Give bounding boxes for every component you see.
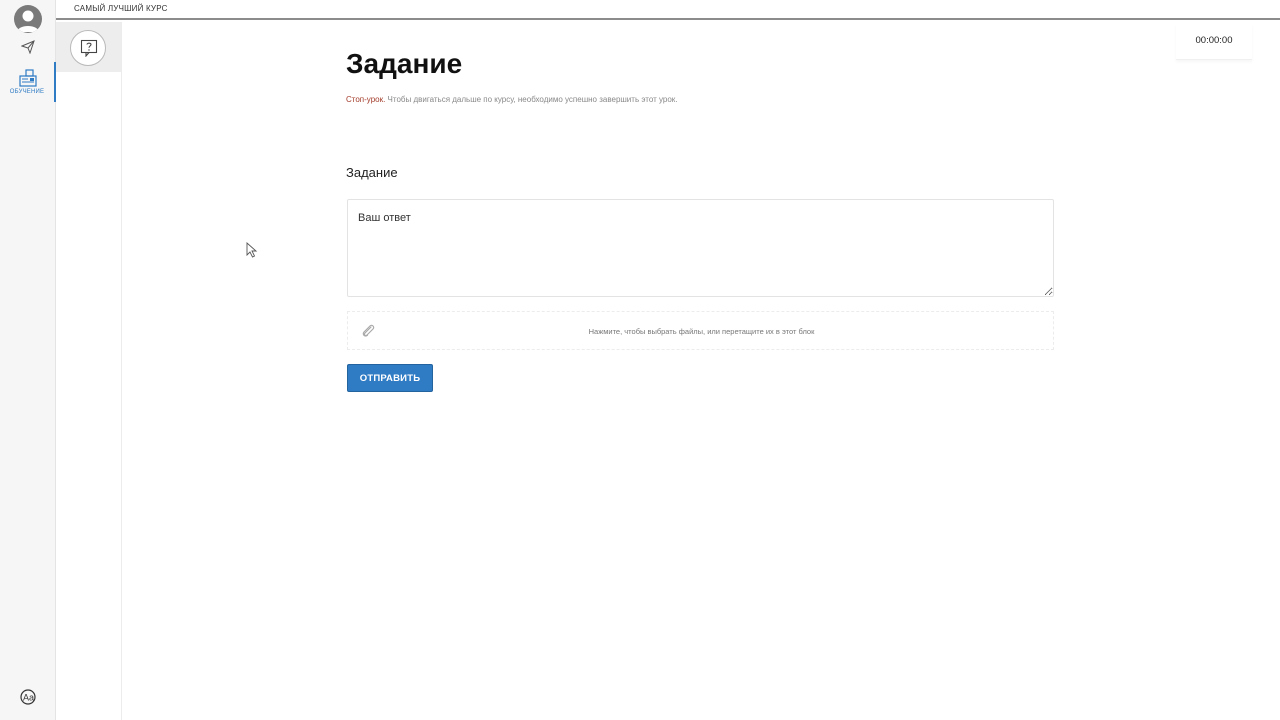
lesson-item-icon-circle [70, 30, 106, 66]
section-title: Задание [346, 165, 398, 180]
avatar-icon [17, 10, 39, 32]
lesson-list [56, 22, 122, 720]
font-size-icon[interactable]: Aa [19, 688, 37, 706]
paper-plane-icon[interactable] [21, 40, 35, 54]
lesson-item-current[interactable] [56, 22, 121, 72]
learning-icon [19, 69, 37, 87]
mouse-cursor-icon [246, 242, 258, 258]
svg-text:Aa: Aa [23, 693, 34, 703]
stop-lesson-label: Стоп-урок. [346, 95, 386, 104]
course-title[interactable]: САМЫЙ ЛУЧШИЙ КУРС [74, 4, 168, 13]
course-header: САМЫЙ ЛУЧШИЙ КУРС [56, 0, 1280, 20]
page-title: Задание [346, 48, 463, 79]
timer-value: 00:00:00 [1195, 35, 1233, 46]
stop-lesson-text: Чтобы двигаться дальше по курсу, необход… [385, 95, 678, 104]
dropzone-text: Нажмите, чтобы выбрать файлы, или перета… [588, 327, 815, 336]
sidebar-item-learning[interactable]: ОБУЧЕНИЕ [0, 62, 56, 102]
submit-button[interactable]: ОТПРАВИТЬ [347, 364, 433, 392]
answer-input[interactable] [347, 199, 1054, 297]
sidebar-item-label: ОБУЧЕНИЕ [9, 89, 45, 95]
left-rail: ОБУЧЕНИЕ Aa [0, 0, 56, 720]
question-icon [80, 39, 98, 57]
file-dropzone[interactable]: Нажмите, чтобы выбрать файлы, или перета… [347, 311, 1054, 350]
stop-lesson-note: Стоп-урок. Чтобы двигаться дальше по кур… [346, 95, 678, 104]
avatar[interactable] [14, 5, 42, 33]
timer: 00:00:00 [1176, 24, 1252, 60]
